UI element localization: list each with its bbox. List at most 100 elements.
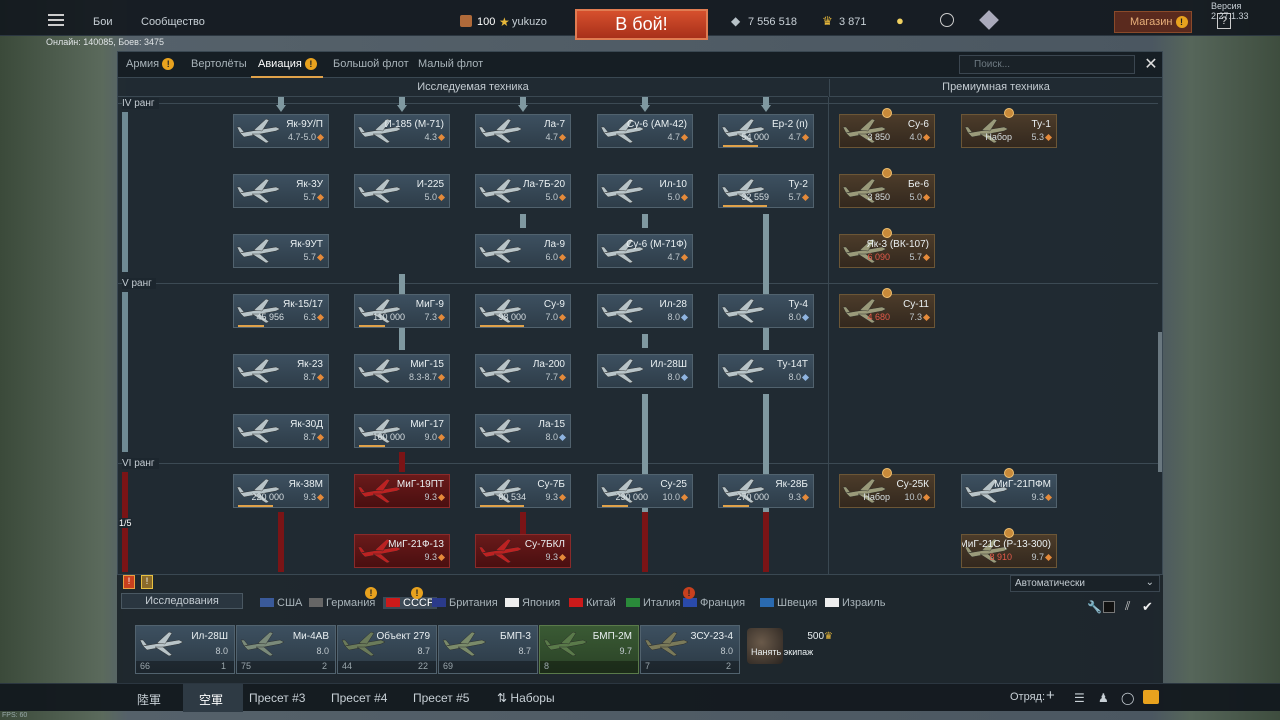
crew-slot[interactable]: БМП-3 8.7 69 xyxy=(438,625,538,674)
vehicle-card[interactable]: Ил-28Ш 8.0 xyxy=(597,354,693,388)
preset-3[interactable]: Пресет #3 xyxy=(249,691,305,705)
premium-icon xyxy=(882,108,892,118)
scrollbar[interactable] xyxy=(1158,332,1162,472)
vehicle-card[interactable]: МиГ-19ПТ 9.3 xyxy=(354,474,450,508)
friends-icon[interactable]: ♟ xyxy=(1098,691,1109,705)
rarity-icon xyxy=(558,373,567,382)
vehicle-card[interactable]: Су-6 (АМ-42) 4.7 xyxy=(597,114,693,148)
vehicle-card[interactable]: Ил-28 8.0 xyxy=(597,294,693,328)
hire-crew-label: Нанять экипаж xyxy=(751,647,814,657)
menu-battles[interactable]: Бои xyxy=(93,16,112,28)
vehicle-name: Ту-1 xyxy=(1031,119,1051,130)
vehicle-card[interactable]: Су-25К 10.0 Набор xyxy=(839,474,935,508)
to-battle-button[interactable]: В бой! xyxy=(575,9,708,40)
vehicle-card[interactable]: МиГ-21С (Р-13-300) 9.7 8 910 xyxy=(961,534,1057,568)
chat-icon[interactable]: ◯ xyxy=(1121,691,1134,705)
vehicle-card[interactable]: Су-7Б 9.3 80 534 xyxy=(475,474,571,508)
vehicle-card[interactable]: Як-9УТ 5.7 xyxy=(233,234,329,268)
battle-rating-value: 8.0 xyxy=(667,312,680,322)
achievements-icon[interactable] xyxy=(940,13,954,27)
rarity-icon xyxy=(801,493,810,502)
crew-slot[interactable]: ЗСУ-23-4 8.0 7 2 xyxy=(640,625,740,674)
vehicle-name: Ла-7 xyxy=(543,119,565,130)
vehicle-card[interactable]: Бе-6 5.0 3 850 xyxy=(839,174,935,208)
vehicle-card[interactable]: Ту-1 5.3 Набор xyxy=(961,114,1057,148)
battle-rating-value: 6.3 xyxy=(303,312,316,322)
vehicle-name: Ил-28Ш xyxy=(650,359,687,370)
rarity-icon xyxy=(922,193,931,202)
crew-slot[interactable]: Ми-4АВ 8.0 75 2 xyxy=(236,625,336,674)
vehicle-card[interactable]: Су-25 10.0 230 000 xyxy=(597,474,693,508)
vehicle-card[interactable]: Ту-4 8.0 xyxy=(718,294,814,328)
battle-rating: 4.3 xyxy=(424,132,446,142)
vehicle-card[interactable]: И-225 5.0 xyxy=(354,174,450,208)
vehicle-card[interactable]: Су-11 7.3 4 680 xyxy=(839,294,935,328)
vehicle-name: Ла-15 xyxy=(538,419,565,430)
premium-icon xyxy=(1004,468,1014,478)
vehicle-cost: 270 000 xyxy=(736,492,769,502)
battle-rating: 8.0 xyxy=(667,312,689,322)
menu-community[interactable]: Сообщество xyxy=(141,16,205,28)
hire-crew-slot[interactable]: 500♛ Нанять экипаж xyxy=(740,625,838,674)
vehicle-card[interactable]: Су-6 4.0 3 850 xyxy=(839,114,935,148)
vehicle-card[interactable]: МиГ-21ПФМ 9.3 xyxy=(961,474,1057,508)
crew-vehicle-name: ЗСУ-23-4 xyxy=(690,631,733,642)
battle-rating: 7.3 xyxy=(424,312,446,322)
vehicle-name: Ту-4 xyxy=(788,299,808,310)
battle-rating-value: 5.7 xyxy=(788,192,801,202)
vehicle-card[interactable]: Ла-7 4.7 xyxy=(475,114,571,148)
preset-army[interactable]: 陸軍 xyxy=(137,691,161,708)
vehicle-card[interactable]: Як-3 (ВК-107) 5.7 6 090 xyxy=(839,234,935,268)
vehicle-card[interactable]: Як-15/17 6.3 45 956 xyxy=(233,294,329,328)
vehicle-card[interactable]: МиГ-17 9.0 160 000 xyxy=(354,414,450,448)
vehicle-card[interactable]: МиГ-21Ф-13 9.3 xyxy=(354,534,450,568)
vehicle-card[interactable]: Як-3У 5.7 xyxy=(233,174,329,208)
vehicle-card[interactable]: Як-38М 9.3 220 000 xyxy=(233,474,329,508)
vehicle-card[interactable]: Як-9У/П 4.7-5.0 xyxy=(233,114,329,148)
list-icon[interactable]: ☰ xyxy=(1074,691,1085,705)
vehicle-card[interactable]: Су-9 7.0 98 000 xyxy=(475,294,571,328)
lightbulb-icon[interactable]: ● xyxy=(896,13,904,28)
vehicle-card[interactable]: МиГ-9 7.3 110 000 xyxy=(354,294,450,328)
vehicle-card[interactable]: Ил-10 5.0 xyxy=(597,174,693,208)
aircraft-icon xyxy=(721,297,767,325)
preset-5[interactable]: Пресет #5 xyxy=(413,691,469,705)
vehicle-card[interactable]: Ер-2 (п) 4.7 54 000 xyxy=(718,114,814,148)
vehicle-name: МиГ-21Ф-13 xyxy=(388,539,444,550)
vehicle-card[interactable]: Як-28Б 9.3 270 000 xyxy=(718,474,814,508)
shop-button[interactable]: Магазин ! xyxy=(1114,11,1192,33)
silver-lions-icon: ◆ xyxy=(731,14,741,28)
vehicle-card[interactable]: Су-7БКЛ 9.3 xyxy=(475,534,571,568)
vehicle-card[interactable]: Су-6 (М-71Ф) 4.7 xyxy=(597,234,693,268)
battle-rating: 7.0 xyxy=(545,312,567,322)
player-avatar-icon[interactable] xyxy=(460,15,472,27)
vehicle-card[interactable]: Як-30Д 8.7 xyxy=(233,414,329,448)
rarity-icon xyxy=(316,373,325,382)
vehicle-card[interactable]: Ла-200 7.7 xyxy=(475,354,571,388)
add-squad-icon[interactable]: + xyxy=(1046,687,1055,704)
crew-level: 66 xyxy=(140,661,151,671)
crew-slot[interactable]: Ил-28Ш 8.0 66 1 xyxy=(135,625,235,674)
rarity-icon xyxy=(437,373,446,382)
vehicle-card[interactable]: Ту-2 5.7 32 559 xyxy=(718,174,814,208)
battle-rating: 4.7 xyxy=(788,132,810,142)
player-name[interactable]: yukuzo xyxy=(512,16,547,28)
vehicle-card[interactable]: Як-23 8.7 xyxy=(233,354,329,388)
rarity-icon xyxy=(558,193,567,202)
preset-aviation[interactable]: 空軍 xyxy=(199,691,223,708)
crew-slot[interactable]: БМП-2М 9.7 8 xyxy=(539,625,639,674)
coupon-icon[interactable] xyxy=(979,10,999,30)
aircraft-icon xyxy=(600,297,646,325)
vehicle-card[interactable]: Ла-7Б-20 5.0 xyxy=(475,174,571,208)
vehicle-card[interactable]: МиГ-15 8.3-8.7 xyxy=(354,354,450,388)
vehicle-card[interactable]: Ту-14Т 8.0 xyxy=(718,354,814,388)
sets-button[interactable]: ⇅ Наборы xyxy=(497,691,555,705)
vehicle-name: Ла-7Б-20 xyxy=(522,179,565,190)
preset-4[interactable]: Пресет #4 xyxy=(331,691,387,705)
vehicle-card[interactable]: Ла-15 8.0 xyxy=(475,414,571,448)
hamburger-menu-icon[interactable] xyxy=(48,14,64,26)
crew-slot[interactable]: Объект 279 8.7 44 22 xyxy=(337,625,437,674)
vehicle-card[interactable]: Ла-9 6.0 xyxy=(475,234,571,268)
vehicle-card[interactable]: И-185 (М-71) 4.3 xyxy=(354,114,450,148)
mail-icon[interactable] xyxy=(1143,690,1159,704)
